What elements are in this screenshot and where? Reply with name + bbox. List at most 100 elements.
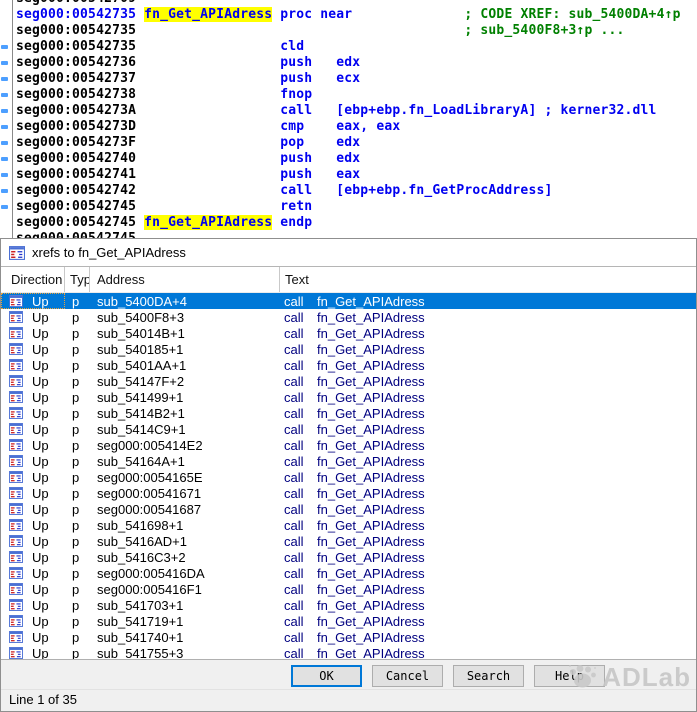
xref-type-cell: p [65,582,90,597]
xref-icon [9,615,23,627]
xref-row[interactable]: Uppseg000:005416F1callfn_Get_APIAdress [1,581,696,597]
instruction-mark-icon [1,125,8,129]
instruction-mark-icon [1,157,8,161]
xref-row[interactable]: Uppseg000:0054165Ecallfn_Get_APIAdress [1,469,696,485]
instruction-mark-icon [1,93,8,97]
column-header-text[interactable]: Text [280,267,696,292]
disassembly-line[interactable]: seg000:00542741 push eax [0,167,697,183]
ida-window: seg000:00542709seg000:00542735 fn_Get_AP… [0,0,697,712]
xref-text-cell: callfn_Get_APIAdress [280,582,696,597]
xref-text-cell: callfn_Get_APIAdress [280,470,696,485]
xref-row[interactable]: Uppsub_541499+1callfn_Get_APIAdress [1,389,696,405]
xref-row[interactable]: Uppsub_54014B+1callfn_Get_APIAdress [1,325,696,341]
xref-text-cell: callfn_Get_APIAdress [280,454,696,469]
xref-row[interactable]: Uppseg000:00541687callfn_Get_APIAdress [1,501,696,517]
xref-address-cell: sub_540185+1 [90,342,280,357]
xref-direction-cell: Up [1,565,65,581]
disassembly-line[interactable]: seg000:0054273F pop edx [0,135,697,151]
xref-text-cell: callfn_Get_APIAdress [280,422,696,437]
xref-window-icon [9,246,25,260]
xref-row[interactable]: Uppsub_5401AA+1callfn_Get_APIAdress [1,357,696,373]
xref-type-cell: p [65,518,90,533]
xref-row[interactable]: Uppsub_541719+1callfn_Get_APIAdress [1,613,696,629]
xref-address-cell: sub_541755+3 [90,646,280,660]
xref-direction-cell: Up [1,597,65,613]
xref-direction-cell: Up [1,613,65,629]
disassembly-line[interactable]: seg000:00542745 retn [0,199,697,215]
xref-type-cell: p [65,326,90,341]
dialog-bottom-bar: OKCancelSearchHelp Line 1 of 35 ADLab [1,659,696,711]
xref-icon [9,583,23,595]
column-header-type[interactable]: Type [65,267,90,292]
xref-row[interactable]: Uppseg000:005416DAcallfn_Get_APIAdress [1,565,696,581]
disassembly-pane[interactable]: seg000:00542709seg000:00542735 fn_Get_AP… [0,0,697,238]
xref-row[interactable]: Uppseg000:00541671callfn_Get_APIAdress [1,485,696,501]
xref-type-cell: p [65,550,90,565]
disassembly-line[interactable]: seg000:00542742 call [ebp+ebp.fn_GetProc… [0,183,697,199]
disassembly-line[interactable]: seg000:00542735 fn_Get_APIAdress proc ne… [0,7,697,23]
xref-row[interactable]: Uppsub_5414B2+1callfn_Get_APIAdress [1,405,696,421]
disassembly-line[interactable]: seg000:00542745 fn_Get_APIAdress endp [0,215,697,231]
xref-direction-cell: Up [1,469,65,485]
disassembly-line[interactable]: seg000:00542740 push edx [0,151,697,167]
ok-button[interactable]: OK [291,665,362,687]
xref-row[interactable]: Uppsub_54164A+1callfn_Get_APIAdress [1,453,696,469]
xref-icon [9,423,23,435]
xref-icon [9,535,23,547]
disassembly-line[interactable]: seg000:00542738 fnop [0,87,697,103]
disassembly-line[interactable]: seg000:0054273D cmp eax, eax [0,119,697,135]
disassembly-line[interactable]: seg000:00542745 [0,231,697,238]
xref-text-cell: callfn_Get_APIAdress [280,294,696,309]
xref-row[interactable]: Uppsub_541698+1callfn_Get_APIAdress [1,517,696,533]
xref-icon [9,567,23,579]
xref-type-cell: p [65,598,90,613]
search-button[interactable]: Search [453,665,524,687]
xref-row[interactable]: Uppseg000:005414E2callfn_Get_APIAdress [1,437,696,453]
xref-address-cell: seg000:005416F1 [90,582,280,597]
xref-text-cell: callfn_Get_APIAdress [280,566,696,581]
xref-type-cell: p [65,374,90,389]
xref-row[interactable]: Uppsub_5400DA+4callfn_Get_APIAdress [1,293,696,309]
disassembly-line[interactable]: seg000:00542735 ; sub_5400F8+3↑p ... [0,23,697,39]
cancel-button[interactable]: Cancel [372,665,443,687]
xref-direction-cell: Up [1,549,65,565]
xref-direction-cell: Up [1,453,65,469]
xref-row[interactable]: Uppsub_54147F+2callfn_Get_APIAdress [1,373,696,389]
xref-row[interactable]: Uppsub_541703+1callfn_Get_APIAdress [1,597,696,613]
xref-text-cell: callfn_Get_APIAdress [280,534,696,549]
xref-direction-cell: Up [1,533,65,549]
status-line: Line 1 of 35 [9,692,77,707]
xref-address-cell: sub_541703+1 [90,598,280,613]
xref-type-cell: p [65,342,90,357]
xref-address-cell: sub_5416C3+2 [90,550,280,565]
xref-row[interactable]: Uppsub_5414C9+1callfn_Get_APIAdress [1,421,696,437]
xref-address-cell: sub_541719+1 [90,614,280,629]
xref-type-cell: p [65,646,90,660]
xref-row[interactable]: Uppsub_541755+3callfn_Get_APIAdress [1,645,696,659]
column-header-address[interactable]: Address [90,267,280,292]
instruction-mark-icon [1,173,8,177]
dialog-titlebar[interactable]: xrefs to fn_Get_APIAdress [1,239,696,267]
disassembly-line[interactable]: seg000:00542709 [0,0,697,7]
disassembly-line[interactable]: seg000:00542735 cld [0,39,697,55]
xref-row[interactable]: Uppsub_541740+1callfn_Get_APIAdress [1,629,696,645]
xref-direction-cell: Up [1,309,65,325]
disassembly-line[interactable]: seg000:00542736 push edx [0,55,697,71]
xref-row[interactable]: Uppsub_540185+1callfn_Get_APIAdress [1,341,696,357]
instruction-mark-icon [1,189,8,193]
xref-row[interactable]: Uppsub_5416AD+1callfn_Get_APIAdress [1,533,696,549]
xref-row[interactable]: Uppsub_5400F8+3callfn_Get_APIAdress [1,309,696,325]
disassembly-line[interactable]: seg000:0054273A call [ebp+ebp.fn_LoadLib… [0,103,697,119]
xref-address-cell: seg000:00541671 [90,486,280,501]
instruction-mark-icon [1,205,8,209]
xref-row[interactable]: Uppsub_5416C3+2callfn_Get_APIAdress [1,549,696,565]
xref-direction-cell: Up [1,645,65,659]
xref-address-cell: sub_54147F+2 [90,374,280,389]
column-header-direction[interactable]: Direction [1,267,65,292]
xref-text-cell: callfn_Get_APIAdress [280,646,696,660]
xref-address-cell: sub_5400F8+3 [90,310,280,325]
xref-text-cell: callfn_Get_APIAdress [280,390,696,405]
xref-icon [9,599,23,611]
xref-address-cell: seg000:005414E2 [90,438,280,453]
disassembly-line[interactable]: seg000:00542737 push ecx [0,71,697,87]
